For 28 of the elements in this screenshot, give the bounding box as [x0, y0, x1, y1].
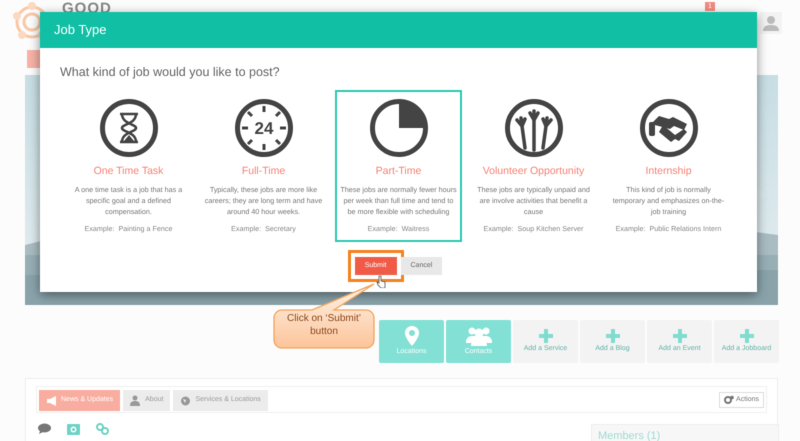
partial-button[interactable]	[27, 50, 41, 68]
globe-icon	[180, 394, 192, 406]
raised-hands-icon	[504, 98, 564, 158]
modal-title: Job Type	[54, 21, 107, 40]
option-title: Volunteer Opportunity	[482, 164, 586, 179]
callout-text: Click on ‘Submit’ button	[286, 312, 362, 338]
option-title: Full-Time	[240, 164, 286, 179]
hourglass-icon	[98, 98, 158, 158]
comment-icon[interactable]	[38, 423, 51, 434]
members-title: Members (1)	[598, 430, 660, 441]
clock-icon: 24	[234, 98, 294, 158]
plus-icon	[740, 329, 754, 344]
plus-icon	[672, 329, 686, 344]
plus-icon	[606, 329, 620, 344]
plus-icon	[538, 329, 552, 344]
question-text: What kind of job would you like to post?	[60, 64, 281, 81]
megaphone-icon	[46, 394, 57, 406]
person-icon	[130, 394, 142, 406]
photo-icon[interactable]	[67, 423, 80, 435]
option-title: One Time Task	[92, 164, 164, 179]
user-avatar[interactable]	[760, 12, 782, 34]
pie-chart-icon	[368, 98, 428, 158]
location-pin-icon	[404, 326, 418, 346]
option-title: Part-Time	[374, 164, 422, 179]
link-icon[interactable]	[96, 423, 109, 435]
option-title: Internship	[644, 164, 693, 179]
pointer-icon	[376, 275, 386, 288]
people-icon	[466, 326, 492, 346]
